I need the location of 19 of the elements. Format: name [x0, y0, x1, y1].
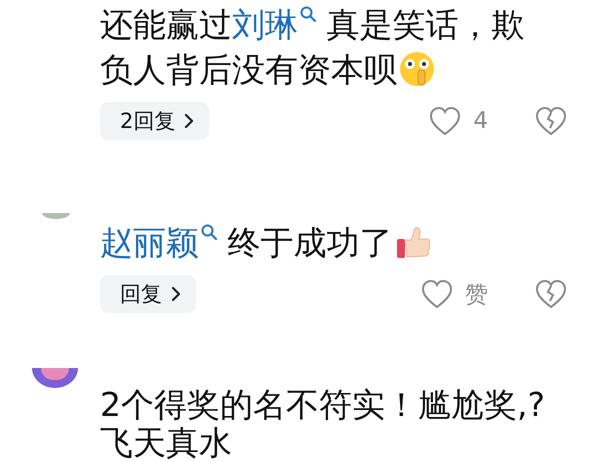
comment-text: 赵丽颖 终于成功了 — [100, 220, 552, 265]
reply-button[interactable]: 回复 — [100, 275, 196, 313]
search-icon — [300, 6, 316, 22]
chevron-icon — [183, 112, 196, 130]
reply-button[interactable]: 2回复 — [100, 102, 210, 140]
shush-emoji-icon — [399, 51, 435, 87]
mention-link[interactable]: 赵丽颖 — [100, 223, 199, 262]
mention-link[interactable]: 刘琳 — [232, 5, 298, 44]
like-count: 赞 — [465, 280, 488, 310]
comment-text: 2个得奖的名不符实！尴尬奖,?飞天真水 — [100, 386, 546, 462]
heart-icon[interactable] — [421, 279, 453, 309]
broken-heart-icon[interactable] — [535, 106, 567, 136]
chevron-icon — [170, 285, 182, 303]
thumbs-up-icon — [394, 224, 430, 260]
search-icon — [201, 224, 217, 240]
broken-heart-icon[interactable] — [535, 279, 567, 309]
heart-icon[interactable] — [429, 106, 462, 136]
comment-text: 还能赢过刘琳 真是笑话，欺负人背后没有资本呗 — [100, 4, 526, 91]
like-count: 4 — [473, 108, 488, 134]
